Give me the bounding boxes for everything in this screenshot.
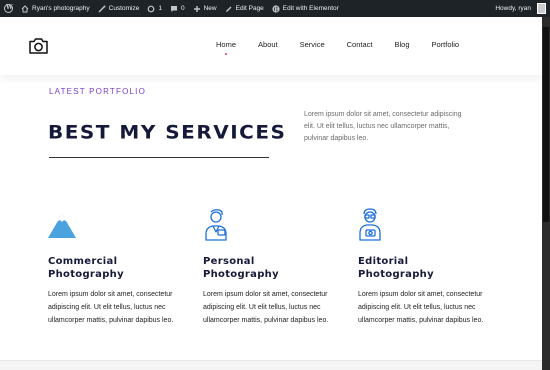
service-card-personal: Personal Photography Lorem ipsum dolor s… — [203, 208, 353, 327]
elementor-icon — [272, 4, 280, 13]
mountain-icon — [48, 214, 76, 238]
customize-label: Customize — [108, 5, 140, 12]
section-intro: Lorem ipsum dolor sit amet, consectetur … — [304, 111, 462, 142]
camera-icon[interactable] — [28, 37, 49, 55]
edit-page-label: Edit Page — [235, 5, 264, 12]
comments-link[interactable]: 0 — [166, 0, 189, 17]
new-label: New — [203, 5, 217, 12]
card-title-line2: Photography — [203, 269, 279, 280]
edit-page-link[interactable]: Edit Page — [221, 0, 268, 17]
card-title-line1: Editorial — [358, 256, 409, 267]
wp-admin-bar: Ryan's photography Customize 1 0 New Edi… — [0, 0, 550, 17]
my-account-menu[interactable]: Howdy, ryan — [491, 0, 550, 17]
nav-service[interactable]: Service — [289, 40, 336, 49]
card-title-line1: Personal — [203, 256, 255, 267]
section-title: BEST MY SERVICES — [48, 120, 287, 144]
nav-home[interactable]: Home — [205, 40, 247, 55]
nav-contact[interactable]: Contact — [336, 40, 384, 49]
home-icon — [21, 4, 29, 12]
edit-elementor-link[interactable]: Edit with Elementor — [268, 0, 343, 17]
photographer-icon — [359, 208, 381, 241]
pencil-icon — [225, 6, 232, 12]
comments-count: 0 — [180, 5, 185, 12]
nav-blog[interactable]: Blog — [384, 40, 421, 49]
wp-logo-menu[interactable] — [0, 0, 17, 17]
card-title-line2: Photography — [358, 269, 434, 280]
avatar — [537, 3, 546, 14]
main-nav: Home About Service Contact Blog Portfoli… — [205, 40, 471, 55]
title-underline — [49, 157, 269, 158]
edit-elementor-label: Edit with Elementor — [282, 5, 339, 12]
card-text: Lorem ipsum dolor sit amet, consectetur … — [48, 291, 174, 324]
scrollbar-thumb[interactable] — [543, 27, 549, 222]
updates-link[interactable]: 1 — [143, 0, 166, 17]
person-icon — [205, 209, 227, 241]
page-scrollbar[interactable] — [542, 17, 550, 370]
next-section-edge — [0, 360, 542, 370]
customize-link[interactable]: Customize — [94, 0, 144, 17]
nav-about[interactable]: About — [247, 40, 289, 49]
card-title-line1: Commercial — [48, 256, 118, 267]
comment-icon — [170, 5, 177, 12]
greeting-label: Howdy, ryan — [495, 5, 531, 12]
new-content-link[interactable]: New — [189, 0, 221, 17]
site-header: Home About Service Contact Blog Portfoli… — [0, 17, 542, 75]
card-text: Lorem ipsum dolor sit amet, consectetur … — [358, 291, 484, 324]
wordpress-icon — [4, 4, 13, 13]
refresh-icon — [147, 5, 155, 12]
brush-icon — [98, 5, 106, 12]
plus-icon — [193, 5, 200, 12]
card-text: Lorem ipsum dolor sit amet, consectetur … — [203, 291, 329, 324]
service-card-editorial: Editorial Photography Lorem ipsum dolor … — [358, 208, 508, 327]
card-title-line2: Photography — [48, 269, 124, 280]
site-name-label: Ryan's photography — [32, 5, 90, 12]
service-card-commercial: Commercial Photography Lorem ipsum dolor… — [48, 208, 198, 327]
site-name-link[interactable]: Ryan's photography — [17, 0, 94, 17]
updates-count: 1 — [158, 5, 162, 12]
nav-portfolio[interactable]: Portfolio — [421, 40, 471, 49]
section-eyebrow: LATEST PORTFOLIO — [49, 87, 146, 96]
